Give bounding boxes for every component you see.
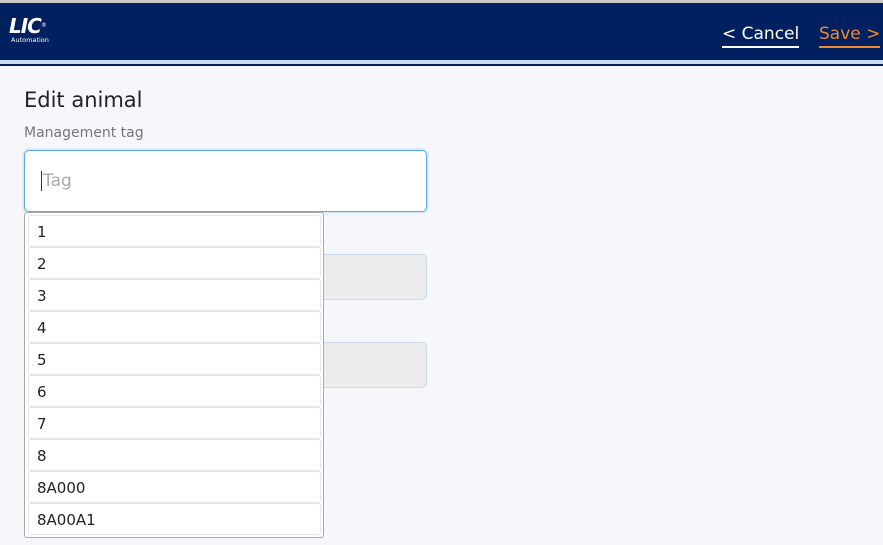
input-placeholder: Tag	[43, 171, 72, 191]
lic-logo: LIC® Automation	[9, 14, 49, 44]
dropdown-option[interactable]: 2	[28, 247, 321, 279]
management-tag-label: Management tag	[24, 125, 144, 141]
dropdown-option[interactable]: 5	[28, 343, 321, 375]
page-title: Edit animal	[24, 88, 143, 112]
dropdown-option[interactable]: 8A00A1	[28, 503, 321, 535]
text-caret	[41, 171, 42, 191]
save-button[interactable]: Save >	[819, 24, 881, 48]
tag-suggestions-dropdown: 1 2 3 4 5 6 7 8 8A000 8A00A1	[24, 212, 324, 538]
app-header: LIC® Automation < Cancel Save >	[0, 3, 883, 60]
header-divider	[0, 64, 883, 66]
dropdown-option[interactable]: 4	[28, 311, 321, 343]
dropdown-option[interactable]: 7	[28, 407, 321, 439]
dropdown-option[interactable]: 1	[28, 215, 321, 247]
dropdown-option[interactable]: 8	[28, 439, 321, 471]
dropdown-option[interactable]: 3	[28, 279, 321, 311]
management-tag-input[interactable]: Tag	[24, 150, 427, 212]
dropdown-option[interactable]: 8A000	[28, 471, 321, 503]
cancel-button[interactable]: < Cancel	[722, 24, 800, 48]
dropdown-option[interactable]: 6	[28, 375, 321, 407]
